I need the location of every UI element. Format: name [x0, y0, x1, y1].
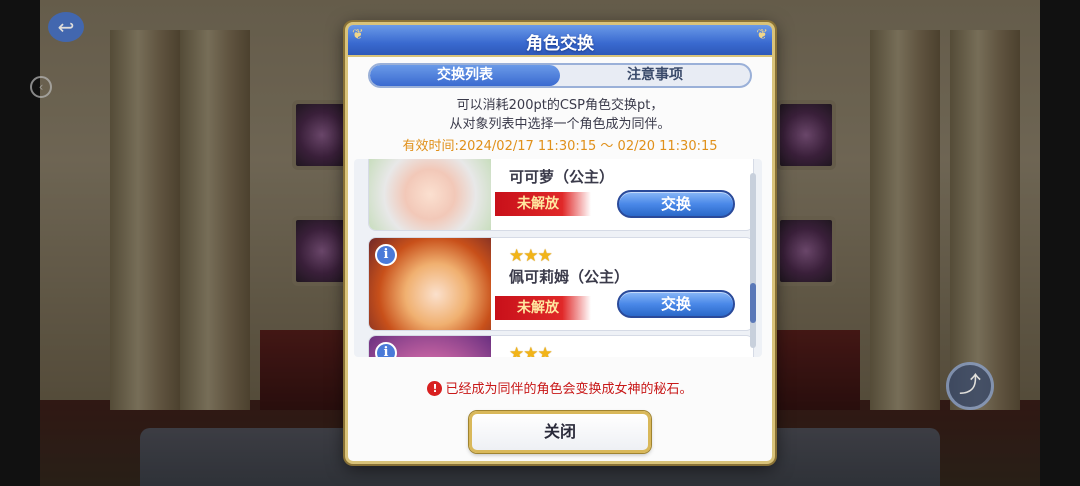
tab-exchange-list[interactable]: 交换列表	[370, 65, 560, 86]
dialog-title: 角色交换	[526, 34, 594, 54]
side-menu-icon[interactable]: ‹	[30, 76, 52, 98]
game-screen: ↩ ‹ ⤴ ❦ ❦ 角色交换 交换列表 注意事项 可以消耗200pt的CSP角色…	[0, 0, 1080, 486]
info-icon[interactable]: i	[375, 244, 397, 266]
description-line: 从对象列表中选择一个角色成为同伴。	[449, 117, 671, 132]
character-list[interactable]: 可可萝（公主） 未解放 交换 i ★★★ 佩可莉姆（公主） 未解放 交换 i ★…	[354, 159, 762, 357]
info-icon[interactable]: i	[375, 342, 397, 357]
tab-notes[interactable]: 注意事项	[560, 65, 750, 86]
warning-icon: !	[427, 381, 443, 396]
close-button[interactable]: 关闭	[469, 411, 651, 453]
list-item[interactable]: i ★★★	[368, 335, 754, 357]
star-rating: ★★★	[509, 344, 553, 357]
dialog-header: ❦ ❦ 角色交换	[348, 25, 772, 57]
screen-edge-right	[1040, 0, 1080, 486]
scrollbar-thumb[interactable]	[750, 283, 756, 323]
character-portrait	[369, 159, 491, 230]
tab-bar: 交换列表 注意事项	[368, 63, 752, 88]
character-name: 佩可莉姆（公主）	[509, 268, 630, 286]
locked-badge: 未解放	[495, 192, 591, 216]
share-icon[interactable]: ⤴	[946, 362, 994, 410]
list-item[interactable]: i ★★★ 佩可莉姆（公主） 未解放 交换	[368, 237, 754, 331]
warning-text: 已经成为同伴的角色会变换成女神的秘石。	[445, 382, 693, 397]
warning-message: ! 已经成为同伴的角色会变换成女神的秘石。	[348, 378, 772, 397]
back-arrow-icon[interactable]: ↩	[48, 12, 84, 42]
valid-period: 有效时间:2024/02/17 11:30:15 ～ 02/20 11:30:1…	[402, 139, 718, 154]
screen-edge-left	[0, 0, 40, 486]
exchange-button[interactable]: 交换	[617, 190, 735, 218]
locked-badge: 未解放	[495, 296, 591, 320]
character-name: 可可萝（公主）	[509, 168, 615, 186]
description: 可以消耗200pt的CSP角色交换pt， 从对象列表中选择一个角色成为同伴。	[348, 96, 772, 134]
character-exchange-dialog: ❦ ❦ 角色交换 交换列表 注意事项 可以消耗200pt的CSP角色交换pt， …	[345, 22, 775, 464]
list-item[interactable]: 可可萝（公主） 未解放 交换	[368, 159, 754, 231]
exchange-button[interactable]: 交换	[617, 290, 735, 318]
star-rating: ★★★	[509, 246, 553, 266]
description-line: 可以消耗200pt的CSP角色交换pt，	[456, 98, 664, 113]
